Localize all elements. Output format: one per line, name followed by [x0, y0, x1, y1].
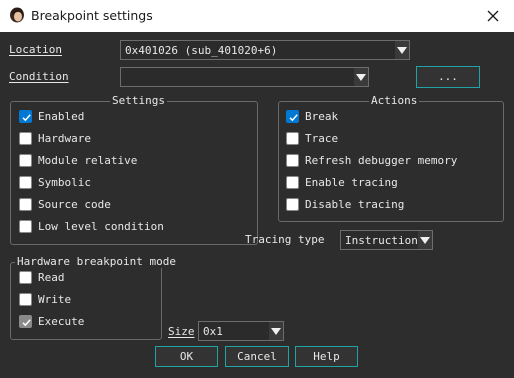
checkbox[interactable] [19, 154, 32, 167]
tracing-type-value: Instructions [345, 234, 425, 247]
tracing-type-label: Tracing type [245, 233, 325, 246]
settings-group-title: Settings [110, 94, 167, 107]
hw-mode-group-title: Hardware breakpoint mode [15, 255, 178, 268]
checkbox-label: Write [38, 293, 72, 306]
checkmark-icon [289, 114, 298, 122]
close-icon[interactable] [482, 6, 504, 26]
checkbox-label: Trace [305, 132, 339, 145]
help-button[interactable]: Help [295, 346, 358, 367]
checkmark-icon [22, 319, 31, 327]
title-bar: Breakpoint settings [0, 0, 514, 32]
hw-mode-group: Hardware breakpoint mode [10, 256, 178, 340]
size-value: 0x1 [203, 325, 223, 338]
checkbox-label: Refresh debugger memory [305, 154, 458, 167]
checkbox[interactable] [19, 110, 32, 123]
checkbox-label: Enabled [38, 110, 85, 123]
size-combo[interactable]: 0x1 [198, 321, 284, 341]
condition-label: Condition [9, 70, 69, 83]
checkmark-icon [22, 114, 31, 122]
location-combo[interactable]: 0x401026 (sub_401020+6) [120, 40, 410, 60]
condition-combo[interactable] [120, 67, 369, 87]
size-label: Size [168, 325, 195, 338]
checkbox-label: Disable tracing [305, 198, 405, 211]
tracing-type-combo[interactable]: Instructions [340, 230, 433, 250]
checkbox-label: Read [38, 271, 65, 284]
checkbox-label: Break [305, 110, 339, 123]
location-value: 0x401026 (sub_401020+6) [125, 44, 278, 57]
checkbox[interactable] [19, 132, 32, 145]
chevron-down-icon[interactable] [395, 41, 409, 59]
checkbox[interactable] [19, 220, 32, 233]
cancel-button[interactable]: Cancel [225, 346, 289, 367]
location-label: Location [9, 43, 62, 56]
checkbox-label: Module relative [38, 154, 138, 167]
window-title: Breakpoint settings [31, 8, 153, 23]
ok-button[interactable]: OK [155, 346, 218, 367]
checkbox-label: Symbolic [38, 176, 91, 189]
checkbox[interactable] [19, 176, 32, 189]
checkbox[interactable] [286, 154, 299, 167]
chevron-down-icon[interactable] [418, 231, 432, 249]
checkbox-label: Hardware [38, 132, 91, 145]
checkbox[interactable] [286, 132, 299, 145]
checkbox-label: Low level condition [38, 220, 164, 233]
checkbox[interactable] [286, 110, 299, 123]
checkbox[interactable] [19, 198, 32, 211]
chevron-down-icon[interactable] [354, 68, 368, 86]
checkbox[interactable] [19, 271, 32, 284]
condition-browse-button[interactable]: ... [416, 66, 480, 88]
checkbox[interactable] [19, 315, 32, 328]
checkbox-label: Source code [38, 198, 111, 211]
chevron-down-icon[interactable] [269, 322, 283, 340]
checkbox[interactable] [286, 176, 299, 189]
checkbox[interactable] [19, 293, 32, 306]
checkbox-label: Execute [38, 315, 85, 328]
app-icon [10, 7, 24, 23]
checkbox[interactable] [286, 198, 299, 211]
actions-group-title: Actions [369, 94, 420, 107]
checkbox-label: Enable tracing [305, 176, 398, 189]
